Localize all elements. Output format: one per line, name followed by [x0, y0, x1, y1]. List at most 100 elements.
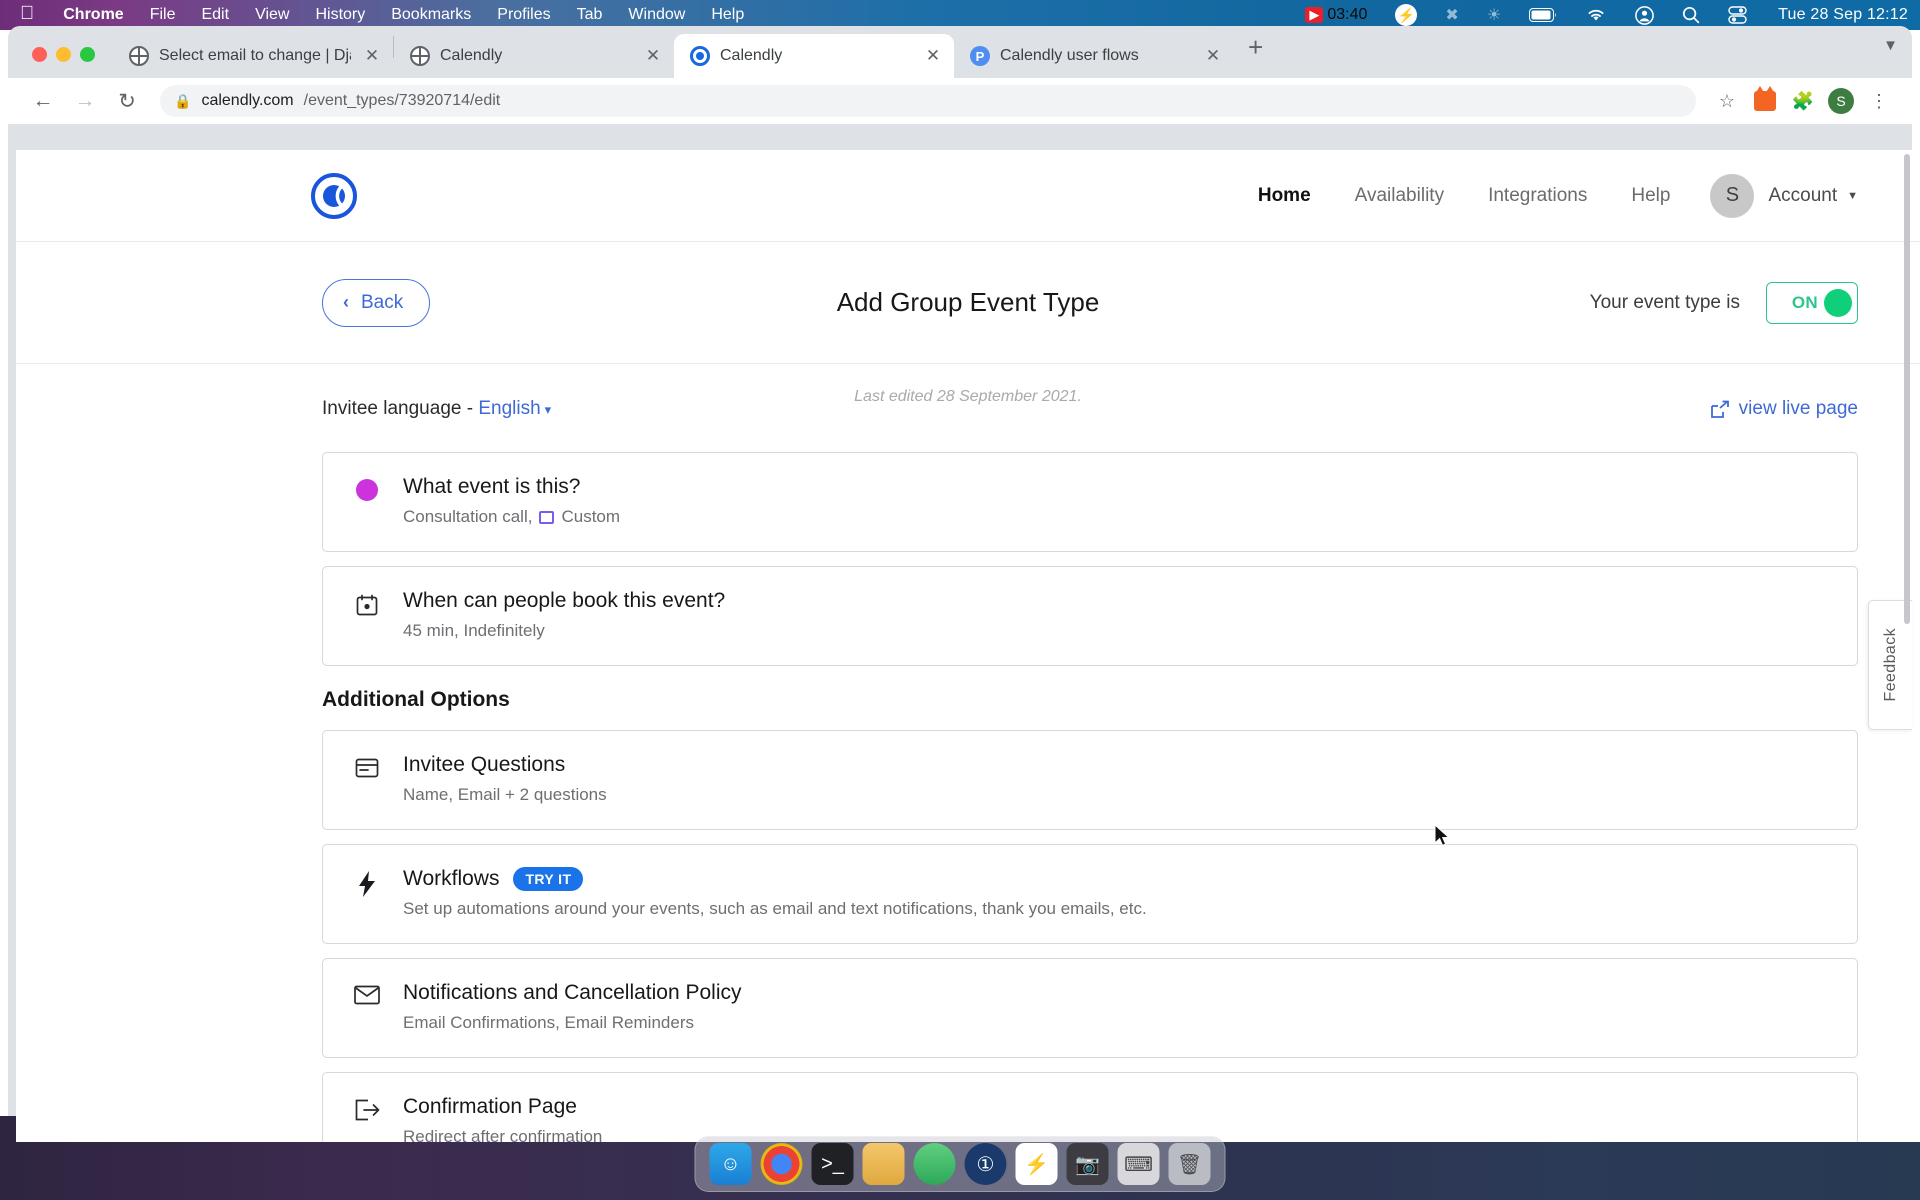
globe-icon — [129, 46, 149, 66]
minimize-window-button[interactable] — [56, 47, 71, 62]
card-workflows[interactable]: Workflows TRY IT Set up automations arou… — [322, 844, 1858, 944]
calendly-top-nav: Home Availability Integrations Help S Ac… — [16, 150, 1920, 242]
card-confirmation-page[interactable]: Confirmation Page Redirect after confirm… — [322, 1072, 1858, 1142]
nav-link-home[interactable]: Home — [1236, 185, 1333, 207]
chrome-icon[interactable] — [760, 1143, 803, 1185]
last-edited-text: Last edited 28 September 2021. — [854, 388, 1082, 405]
card-subtitle-text: Consultation call, — [403, 507, 533, 526]
view-live-page-link[interactable]: view live page — [1710, 388, 1858, 420]
menu-item-window[interactable]: Window — [615, 6, 698, 24]
spotlight-search-icon[interactable] — [1668, 6, 1714, 24]
meta-row: Invitee language - English ▾ Last edited … — [322, 364, 1858, 452]
avatar[interactable]: S — [1710, 173, 1755, 218]
external-link-icon — [1710, 400, 1729, 418]
reload-button[interactable]: ↻ — [108, 82, 146, 120]
menu-item-edit[interactable]: Edit — [188, 6, 242, 24]
globe-icon[interactable] — [913, 1143, 956, 1185]
nav-link-availability[interactable]: Availability — [1333, 185, 1466, 207]
menu-item-bookmarks[interactable]: Bookmarks — [378, 6, 484, 24]
onepassword-icon[interactable]: ① — [964, 1143, 1007, 1185]
menu-item-chrome[interactable]: Chrome — [50, 6, 136, 24]
profile-avatar[interactable]: S — [1824, 84, 1858, 118]
battery-icon[interactable] — [1515, 8, 1571, 22]
menu-item-history[interactable]: History — [302, 6, 378, 24]
terminal-icon[interactable]: >_ — [811, 1143, 854, 1185]
control-center-user-icon[interactable] — [1621, 5, 1668, 25]
camera-icon[interactable]: 📷 — [1066, 1143, 1109, 1185]
bluetooth-icon[interactable]: ✖ — [1431, 5, 1472, 25]
nav-link-integrations[interactable]: Integrations — [1466, 185, 1609, 207]
maximize-window-button[interactable] — [80, 47, 95, 62]
close-icon[interactable]: ✕ — [642, 46, 664, 66]
url-path: /event_types/73920714/edit — [303, 92, 501, 109]
macos-dock: ☺ >_ ① ⚡ 📷 ⌨ 🗑 — [694, 1136, 1226, 1192]
event-type-toggle-group: Your event type is ON — [1590, 281, 1858, 324]
back-navigation-button[interactable]: ← — [24, 82, 62, 120]
menu-bar-status-items: ▶ 03:40 ⚡ ✖ ☀ Tue 28 Sep 12:12 — [1291, 4, 1920, 26]
brightness-icon[interactable]: ☀ — [1473, 5, 1515, 25]
mini-window-icon — [539, 510, 555, 524]
bolt-icon — [353, 867, 381, 897]
back-button[interactable]: ‹ Back — [322, 278, 431, 327]
menu-item-tab[interactable]: Tab — [564, 6, 616, 24]
event-type-on-off-toggle[interactable]: ON — [1766, 281, 1858, 324]
wifi-icon[interactable] — [1571, 7, 1621, 23]
tab-calendly-2-active[interactable]: Calendly ✕ — [674, 34, 954, 78]
page-body: Invitee language - English ▾ Last edited … — [16, 364, 1920, 1142]
card-when-can-people-book[interactable]: When can people book this event? 45 min,… — [322, 566, 1858, 666]
finder-icon[interactable]: ☺ — [709, 1143, 752, 1185]
forward-navigation-button[interactable]: → — [66, 82, 104, 120]
tab-calendly-1[interactable]: Calendly ✕ — [394, 34, 674, 78]
card-subtitle: Consultation call, Custom — [403, 507, 620, 527]
keyboard-icon[interactable]: ⌨ — [1117, 1143, 1160, 1185]
menu-item-profiles[interactable]: Profiles — [484, 6, 563, 24]
card-subtitle: Name, Email + 2 questions — [403, 785, 607, 804]
menu-item-help[interactable]: Help — [698, 6, 757, 24]
chrome-menu-icon[interactable]: ⋮ — [1862, 84, 1896, 118]
address-bar[interactable]: 🔒 calendly.com/event_types/73920714/edit — [160, 85, 1696, 117]
extension-fox-icon[interactable] — [1748, 84, 1782, 118]
flash-icon[interactable]: ⚡ — [1381, 4, 1431, 26]
card-invitee-questions[interactable]: Invitee Questions Name, Email + 2 questi… — [322, 730, 1858, 830]
tab-title: Calendly — [720, 47, 783, 64]
apple-logo-icon[interactable]:  — [14, 4, 50, 26]
close-icon[interactable]: ✕ — [1202, 46, 1224, 66]
account-menu-label[interactable]: Account — [1768, 185, 1837, 207]
files-icon[interactable] — [862, 1143, 905, 1185]
bolt-icon[interactable]: ⚡ — [1015, 1143, 1058, 1185]
mouse-cursor — [1434, 824, 1450, 847]
card-subtitle: 45 min, Indefinitely — [403, 621, 545, 640]
tab-title: Calendly user flows — [1000, 47, 1139, 64]
card-subtitle: Set up automations around your events, s… — [403, 899, 1147, 918]
chrome-browser-window: Select email to change | Django ✕ Calend… — [8, 26, 1920, 1142]
menu-item-file[interactable]: File — [137, 6, 189, 24]
page-scrollbar[interactable] — [1902, 150, 1912, 1142]
card-what-event-is-this[interactable]: What event is this? Consultation call, C… — [322, 452, 1858, 552]
chevron-down-icon[interactable]: ▾ — [545, 402, 552, 417]
globe-icon — [410, 46, 430, 66]
calendly-logo-icon[interactable] — [311, 172, 357, 219]
record-icon: ▶ — [1305, 7, 1324, 23]
control-center-icon[interactable] — [1714, 6, 1762, 24]
screen-recording-indicator[interactable]: ▶ 03:40 — [1291, 6, 1381, 24]
try-it-badge[interactable]: TRY IT — [513, 867, 584, 891]
close-icon[interactable]: ✕ — [922, 46, 944, 66]
menu-item-view[interactable]: View — [242, 6, 302, 24]
tab-calendly-user-flows[interactable]: P Calendly user flows ✕ — [954, 34, 1234, 78]
trash-icon[interactable]: 🗑 — [1168, 1143, 1211, 1185]
close-window-button[interactable] — [32, 47, 47, 62]
card-notifications-and-cancellation-policy[interactable]: Notifications and Cancellation Policy Em… — [322, 958, 1858, 1058]
tab-list-chevron-icon[interactable]: ▼ — [1883, 37, 1912, 68]
nav-link-help[interactable]: Help — [1609, 185, 1692, 207]
bookmark-star-icon[interactable]: ☆ — [1710, 84, 1744, 118]
menu-bar-clock[interactable]: Tue 28 Sep 12:12 — [1762, 6, 1908, 24]
back-button-label: Back — [361, 291, 404, 313]
close-icon[interactable]: ✕ — [361, 46, 383, 66]
toggle-state-text: ON — [1791, 292, 1818, 312]
new-tab-button[interactable]: + — [1234, 34, 1277, 70]
chevron-left-icon: ‹ — [343, 292, 349, 312]
invitee-language-value[interactable]: English — [478, 398, 540, 419]
extensions-puzzle-icon[interactable]: 🧩 — [1786, 84, 1820, 118]
tab-django[interactable]: Select email to change | Django ✕ — [113, 34, 393, 78]
chevron-down-icon[interactable]: ▼ — [1847, 190, 1858, 202]
